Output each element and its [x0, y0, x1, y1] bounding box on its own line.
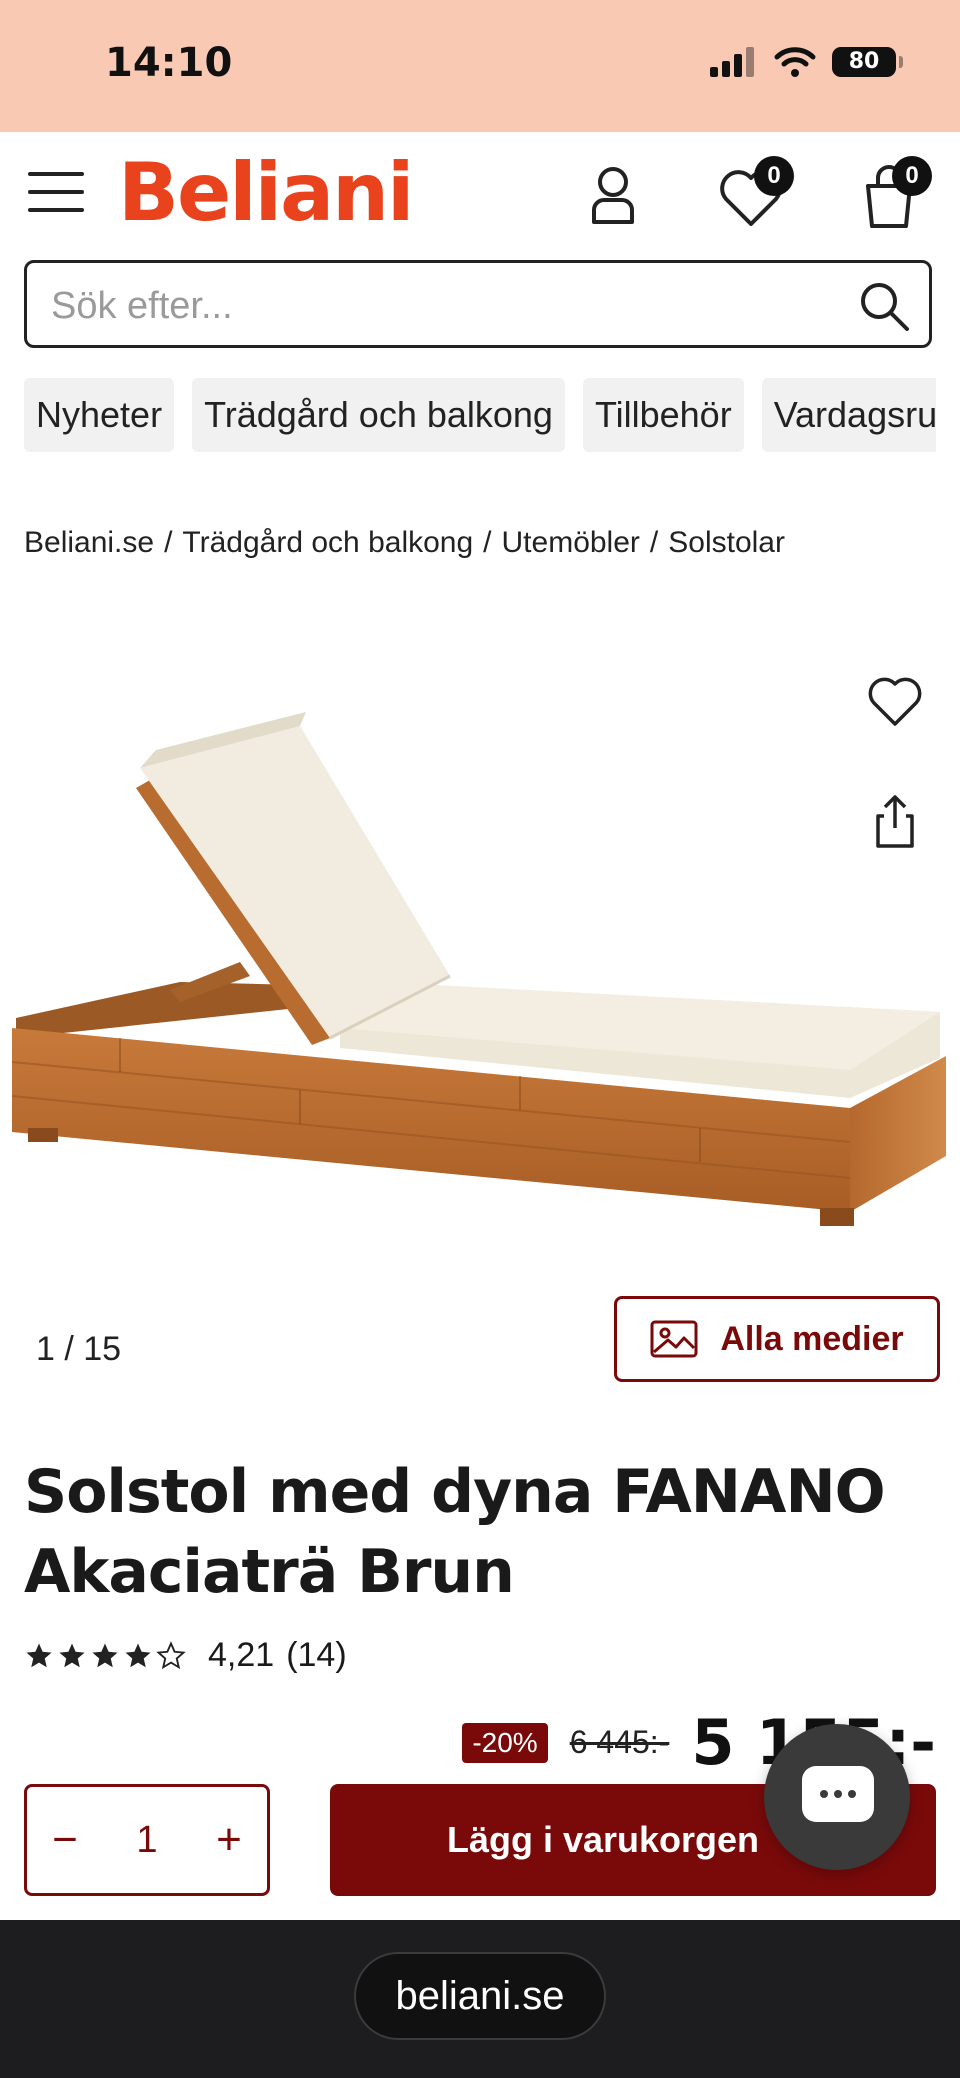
- search-icon[interactable]: [857, 279, 911, 333]
- chat-button[interactable]: [764, 1724, 910, 1870]
- star-filled-icon: [92, 1643, 118, 1667]
- breadcrumb-separator: /: [164, 526, 173, 559]
- star-filled-icon: [125, 1643, 151, 1667]
- review-count: (14): [286, 1636, 347, 1674]
- product-title: Solstol med dyna FANANO Akaciaträ Brun: [24, 1457, 886, 1607]
- category-chip-tillbehor[interactable]: Tillbehör: [582, 378, 744, 452]
- search-input[interactable]: [49, 275, 833, 337]
- product-gallery: [0, 600, 960, 1260]
- image-icon: [650, 1320, 698, 1358]
- heart-icon: [868, 677, 922, 726]
- share-icon: [876, 795, 914, 848]
- rating-value: 4,21: [208, 1636, 275, 1674]
- product-rating[interactable]: 4,21 (14): [24, 1636, 347, 1675]
- gallery-separator: /: [54, 1330, 84, 1368]
- star-filled-icon: [26, 1643, 52, 1667]
- old-price: 6 445:-: [569, 1724, 670, 1760]
- status-time: 14:10: [105, 40, 233, 86]
- browser-toolbar: beliani.se: [0, 1920, 960, 2078]
- category-chip-vardagsrum[interactable]: Vardagsrum: [761, 378, 936, 452]
- search-bar: [24, 260, 932, 348]
- address-bar[interactable]: beliani.se: [354, 1952, 606, 2040]
- chat-icon: [802, 1766, 874, 1822]
- star-filled-icon: [59, 1643, 85, 1667]
- breadcrumb-separator: /: [649, 526, 659, 559]
- quantity-stepper: − 1 +: [24, 1784, 270, 1896]
- status-bar: 14:10 80: [0, 0, 960, 132]
- status-icons: 80: [710, 46, 903, 78]
- breadcrumb-link[interactable]: Solstolar: [668, 526, 785, 559]
- gallery-total: 15: [83, 1330, 122, 1368]
- add-to-wishlist-button[interactable]: [866, 672, 924, 730]
- battery-indicator: 80: [832, 47, 903, 77]
- signal-icon: [710, 47, 754, 77]
- category-chip-tradgard[interactable]: Trädgård och balkong: [192, 378, 565, 452]
- gallery-current: 1: [36, 1330, 55, 1368]
- wishlist-count-badge: 0: [754, 156, 794, 196]
- increase-quantity-button[interactable]: +: [209, 1815, 249, 1865]
- menu-icon[interactable]: [28, 172, 84, 216]
- discount-badge: -20%: [462, 1722, 548, 1763]
- star-empty-icon: [156, 1640, 186, 1669]
- logo[interactable]: Beliani: [118, 146, 414, 239]
- breadcrumb-link[interactable]: Beliani.se: [24, 526, 154, 559]
- add-to-cart-label: Lägg i varukorgen: [446, 1819, 760, 1860]
- category-nav: Nyheter Trädgård och balkong Tillbehör Vard…: [24, 378, 936, 452]
- breadcrumb-link[interactable]: Utemöbler: [502, 526, 640, 559]
- breadcrumb: Beliani.se / Trädgård och balkong / Utemöble…: [24, 526, 785, 560]
- decrease-quantity-button[interactable]: −: [45, 1815, 85, 1865]
- share-button[interactable]: [866, 792, 924, 850]
- user-icon: [592, 167, 634, 224]
- gallery-counter: 1 / 15: [36, 1330, 121, 1369]
- breadcrumb-separator: /: [483, 526, 492, 559]
- all-media-button[interactable]: Alla medier: [614, 1296, 940, 1382]
- breadcrumb-link[interactable]: Trädgård och balkong: [182, 526, 473, 559]
- quantity-value[interactable]: 1: [136, 1819, 157, 1862]
- cart-count-badge: 0: [892, 156, 932, 196]
- site-header: Beliani 0 0: [0, 132, 960, 254]
- cart-button[interactable]: 0: [854, 156, 932, 232]
- all-media-label: Alla medier: [720, 1319, 904, 1358]
- category-chip-nyheter[interactable]: Nyheter: [24, 378, 175, 452]
- wishlist-button[interactable]: 0: [716, 156, 794, 232]
- wifi-icon: [774, 47, 816, 77]
- product-image[interactable]: [0, 600, 960, 1260]
- star-rating: [24, 1640, 186, 1671]
- account-button[interactable]: [578, 162, 648, 232]
